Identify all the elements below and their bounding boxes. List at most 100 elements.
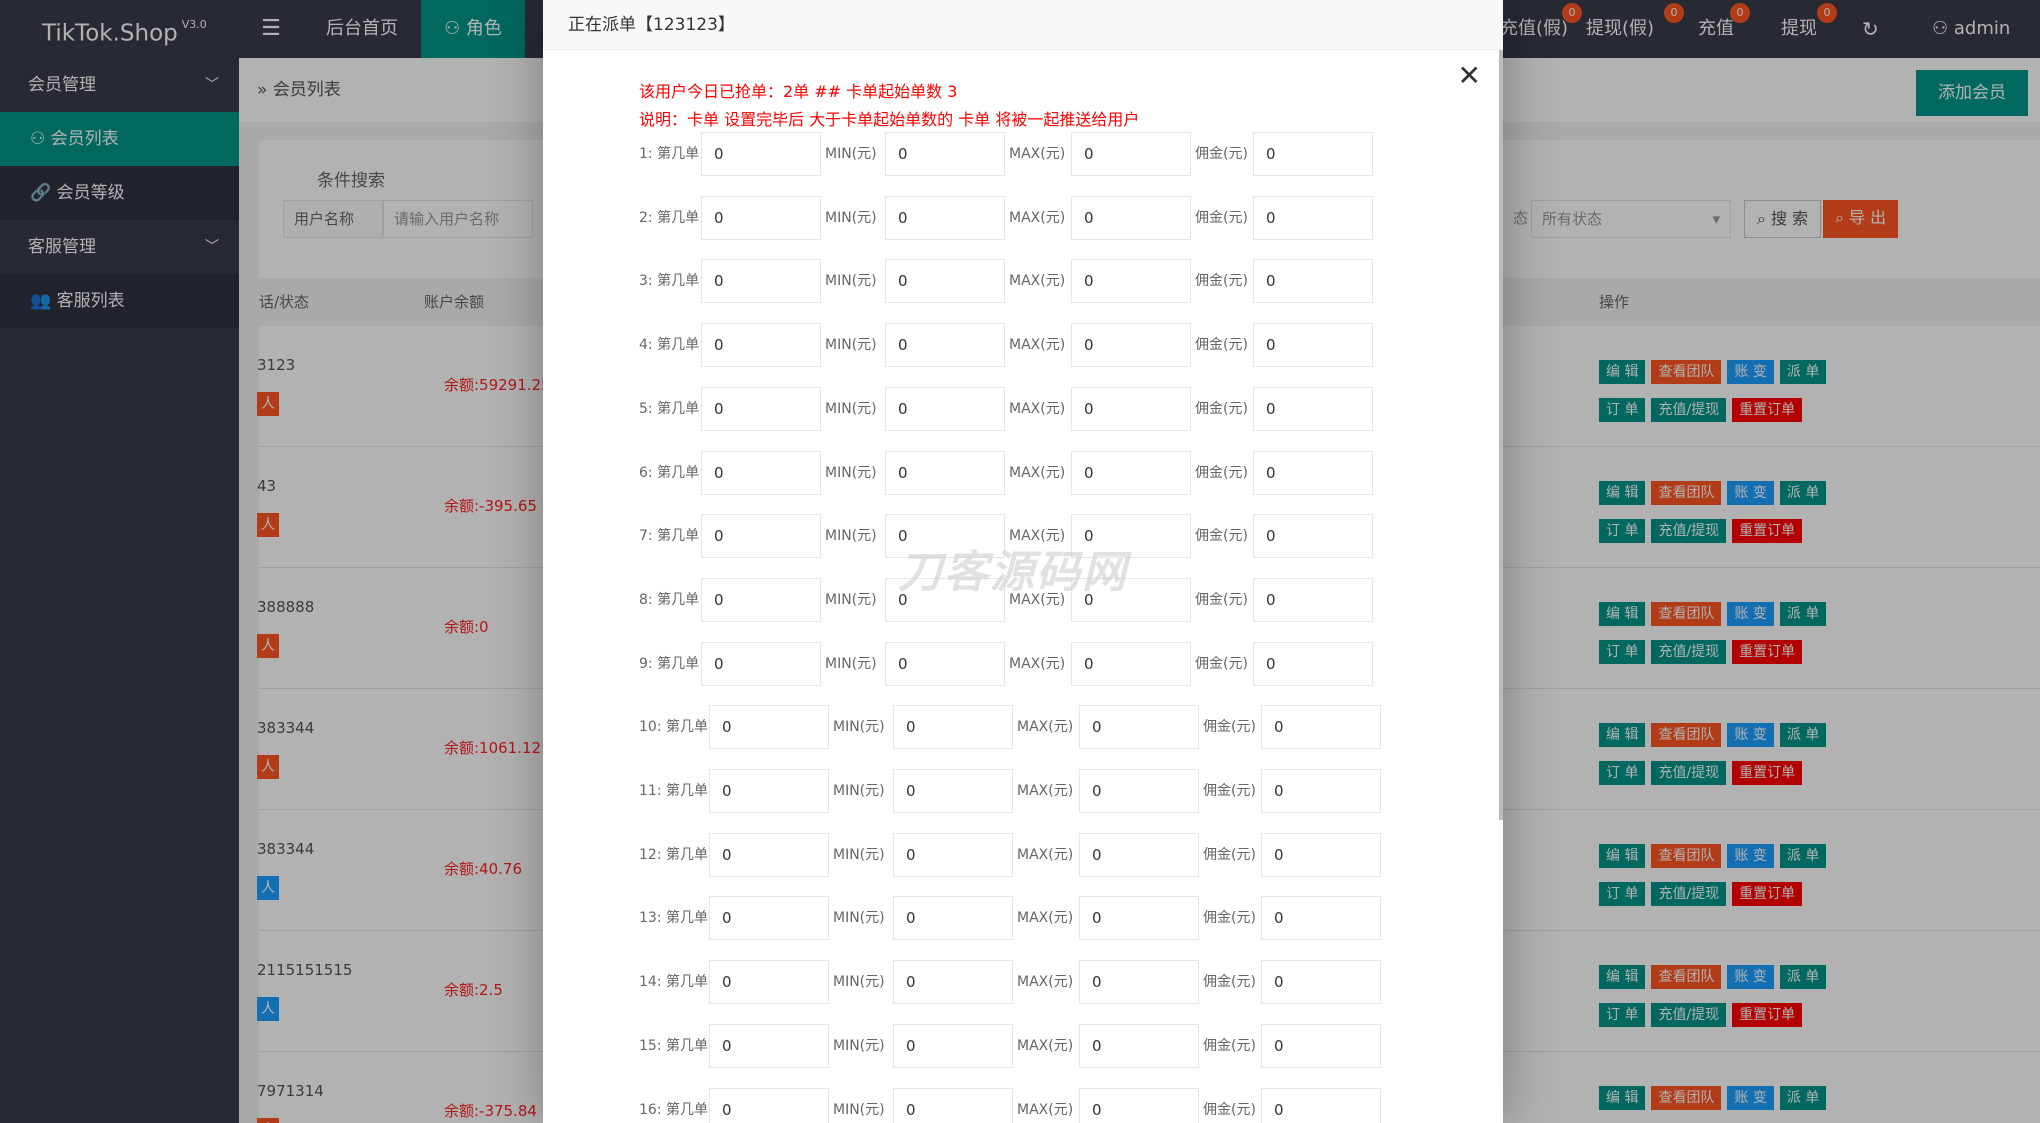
order-label: 11: 第几单	[639, 783, 708, 799]
max-amount-input[interactable]	[1071, 386, 1191, 431]
commission-label: 佣金(元)	[1203, 1037, 1256, 1054]
commission-label: 佣金(元)	[1195, 528, 1248, 545]
max-label: MAX(元)	[1017, 719, 1074, 736]
order-number-input[interactable]	[701, 577, 821, 622]
order-number-input[interactable]	[701, 323, 821, 368]
commission-label: 佣金(元)	[1195, 273, 1248, 290]
order-label: 10: 第几单	[639, 719, 708, 736]
max-label: MAX(元)	[1009, 273, 1066, 290]
commission-label: 佣金(元)	[1195, 337, 1248, 354]
commission-input[interactable]	[1261, 960, 1381, 1005]
order-number-input[interactable]	[709, 705, 829, 750]
order-number-input[interactable]	[701, 386, 821, 431]
commission-label: 佣金(元)	[1203, 719, 1256, 736]
order-label: 3: 第几单	[639, 273, 700, 290]
commission-input[interactable]	[1253, 450, 1373, 495]
min-label: MIN(元)	[825, 655, 877, 672]
order-number-input[interactable]	[709, 832, 829, 877]
min-label: MIN(元)	[833, 910, 885, 927]
max-amount-input[interactable]	[1071, 259, 1191, 304]
modal-scrollbar[interactable]	[1499, 50, 1503, 820]
max-amount-input[interactable]	[1079, 832, 1199, 877]
order-label: 7: 第几单	[639, 528, 700, 545]
min-label: MIN(元)	[825, 400, 877, 417]
min-amount-input[interactable]	[885, 641, 1005, 686]
order-label: 16: 第几单	[639, 1101, 708, 1118]
min-amount-input[interactable]	[893, 896, 1013, 941]
max-amount-input[interactable]	[1079, 705, 1199, 750]
min-amount-input[interactable]	[885, 450, 1005, 495]
max-label: MAX(元)	[1017, 1101, 1074, 1118]
commission-input[interactable]	[1253, 132, 1373, 176]
max-amount-input[interactable]	[1071, 132, 1191, 176]
max-label: MAX(元)	[1009, 400, 1066, 417]
commission-label: 佣金(元)	[1203, 783, 1256, 799]
min-label: MIN(元)	[825, 337, 877, 354]
min-label: MIN(元)	[825, 528, 877, 545]
min-amount-input[interactable]	[885, 386, 1005, 431]
order-number-input[interactable]	[709, 1023, 829, 1068]
min-amount-input[interactable]	[893, 1087, 1013, 1123]
min-amount-input[interactable]	[885, 195, 1005, 240]
close-icon[interactable]: ✕	[1458, 62, 1481, 90]
commission-input[interactable]	[1261, 705, 1381, 750]
commission-input[interactable]	[1253, 514, 1373, 559]
order-label: 1: 第几单	[639, 146, 700, 162]
max-amount-input[interactable]	[1079, 1087, 1199, 1123]
commission-input[interactable]	[1253, 195, 1373, 240]
commission-label: 佣金(元)	[1203, 974, 1256, 991]
min-label: MIN(元)	[825, 591, 877, 608]
max-amount-input[interactable]	[1079, 769, 1199, 813]
commission-input[interactable]	[1261, 769, 1381, 813]
commission-input[interactable]	[1253, 386, 1373, 431]
min-label: MIN(元)	[825, 146, 877, 162]
commission-label: 佣金(元)	[1195, 400, 1248, 417]
min-amount-input[interactable]	[893, 1023, 1013, 1068]
order-number-input[interactable]	[709, 769, 829, 813]
max-amount-input[interactable]	[1079, 896, 1199, 941]
order-number-input[interactable]	[701, 132, 821, 176]
order-label: 9: 第几单	[639, 655, 700, 672]
min-amount-input[interactable]	[885, 132, 1005, 176]
max-amount-input[interactable]	[1071, 641, 1191, 686]
order-number-input[interactable]	[701, 259, 821, 304]
commission-input[interactable]	[1261, 1087, 1381, 1123]
min-amount-input[interactable]	[893, 769, 1013, 813]
order-number-input[interactable]	[709, 896, 829, 941]
min-label: MIN(元)	[833, 1101, 885, 1118]
min-label: MIN(元)	[833, 974, 885, 991]
commission-input[interactable]	[1253, 259, 1373, 304]
min-amount-input[interactable]	[893, 705, 1013, 750]
max-label: MAX(元)	[1017, 974, 1074, 991]
max-amount-input[interactable]	[1079, 960, 1199, 1005]
order-number-input[interactable]	[701, 514, 821, 559]
min-amount-input[interactable]	[893, 960, 1013, 1005]
max-amount-input[interactable]	[1079, 1023, 1199, 1068]
order-number-input[interactable]	[709, 960, 829, 1005]
commission-input[interactable]	[1261, 832, 1381, 877]
min-label: MIN(元)	[833, 719, 885, 736]
max-amount-input[interactable]	[1071, 323, 1191, 368]
min-amount-input[interactable]	[885, 323, 1005, 368]
max-amount-input[interactable]	[1071, 195, 1191, 240]
order-label: 2: 第几单	[639, 209, 700, 226]
max-label: MAX(元)	[1009, 464, 1066, 481]
order-number-input[interactable]	[709, 1087, 829, 1123]
max-label: MAX(元)	[1009, 146, 1066, 162]
commission-input[interactable]	[1253, 323, 1373, 368]
modal-note-description: 说明：卡单 设置完毕后 大于卡单起始单数的 卡单 将被一起推送给用户	[639, 110, 1140, 129]
order-number-input[interactable]	[701, 641, 821, 686]
commission-label: 佣金(元)	[1203, 910, 1256, 927]
commission-label: 佣金(元)	[1195, 209, 1248, 226]
commission-input[interactable]	[1253, 577, 1373, 622]
commission-input[interactable]	[1261, 896, 1381, 941]
commission-label: 佣金(元)	[1195, 591, 1248, 608]
commission-input[interactable]	[1261, 1023, 1381, 1068]
order-number-input[interactable]	[701, 195, 821, 240]
order-label: 13: 第几单	[639, 910, 708, 927]
order-number-input[interactable]	[701, 450, 821, 495]
min-amount-input[interactable]	[893, 832, 1013, 877]
min-amount-input[interactable]	[885, 259, 1005, 304]
max-amount-input[interactable]	[1071, 450, 1191, 495]
commission-input[interactable]	[1253, 641, 1373, 686]
